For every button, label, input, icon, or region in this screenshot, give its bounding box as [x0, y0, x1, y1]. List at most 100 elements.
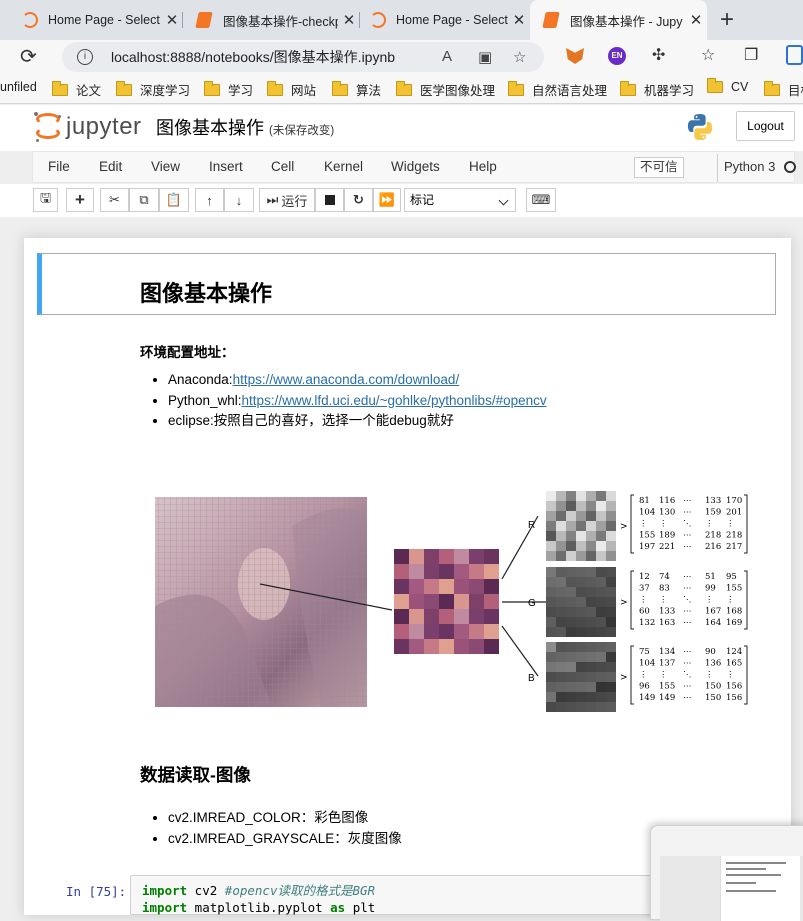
- matrix-cell: ⋯: [683, 542, 692, 552]
- extensions-icon[interactable]: ✣: [652, 45, 665, 65]
- menu-cell[interactable]: Cell: [271, 159, 294, 174]
- bookmark-item[interactable]: unfiled: [0, 80, 37, 94]
- close-icon[interactable]: ✕: [508, 11, 530, 29]
- save-button[interactable]: 🖫: [33, 188, 58, 212]
- matrix-cell: 217: [726, 542, 742, 552]
- matrix-cell: 74: [659, 572, 670, 582]
- bookmark-folder[interactable]: 机器学习: [620, 80, 694, 99]
- translate-extension-icon[interactable]: EN: [608, 47, 626, 65]
- read-aloud-icon[interactable]: A: [442, 48, 452, 65]
- favorites-icon[interactable]: ☆: [701, 45, 715, 65]
- trusted-indicator[interactable]: 不可信: [634, 157, 684, 178]
- browser-tab-active[interactable]: 图像基本操作 - Jupy ✕: [530, 0, 707, 40]
- save-icon: 🖫: [39, 190, 52, 205]
- menu-view[interactable]: View: [151, 159, 180, 174]
- floating-preview-window[interactable]: [650, 825, 803, 921]
- menu-help[interactable]: Help: [469, 159, 497, 174]
- matrix-cell: ⋯: [683, 607, 692, 617]
- reload-icon[interactable]: ⟳: [20, 46, 42, 68]
- python-whl-link[interactable]: https://www.lfd.uci.edu/~gohlke/pythonli…: [242, 393, 547, 408]
- anaconda-link[interactable]: https://www.anaconda.com/download/: [233, 372, 460, 387]
- move-up-button[interactable]: ↑: [195, 188, 224, 212]
- menu-widgets[interactable]: Widgets: [391, 159, 440, 174]
- copy-button[interactable]: ⧉: [129, 188, 159, 212]
- notebook-title[interactable]: 图像基本操作 (未保存改变): [156, 114, 334, 140]
- close-icon[interactable]: ✕: [685, 11, 707, 29]
- matrix-cell: ⋯: [683, 682, 692, 692]
- close-icon[interactable]: ✕: [161, 11, 183, 29]
- interrupt-button[interactable]: [315, 188, 344, 212]
- matrix-cell: ⋯: [683, 572, 692, 582]
- menu-kernel[interactable]: Kernel: [324, 159, 363, 174]
- browser-tab-2[interactable]: 图像基本操作-checkp ✕: [183, 0, 360, 40]
- matrix-cell: 99: [705, 584, 716, 594]
- bookmark-folder[interactable]: 论文: [52, 80, 101, 99]
- folder-icon: [764, 80, 780, 96]
- notebook-toolbar: 🖫 + ✂ ⧉ 📋 ↑ ↓ ⏭ 运行 ↻ ⏩ 标记 ⌨: [0, 184, 803, 217]
- bookmarks-bar: unfiled 论文 深度学习 学习 网站 算法 医学图像处理 自然语言处理 机…: [0, 74, 803, 104]
- bookmark-folder[interactable]: CV: [707, 78, 748, 94]
- notebook-heading: 图像基本操作: [140, 281, 273, 306]
- svg-text:>: >: [620, 598, 628, 608]
- logout-button[interactable]: Logout: [736, 111, 795, 141]
- list-item: Python_whl:https://www.lfd.uci.edu/~gohl…: [168, 391, 547, 412]
- env-list: Anaconda:https://www.anaconda.com/downlo…: [150, 370, 547, 432]
- profile-icon[interactable]: [786, 45, 803, 65]
- plus-icon: +: [75, 190, 85, 209]
- matrix-cell: 12: [639, 572, 650, 582]
- bookmark-folder[interactable]: 医学图像处理: [396, 80, 495, 99]
- app-available-icon[interactable]: ▣: [478, 48, 492, 66]
- menu-insert[interactable]: Insert: [209, 159, 243, 174]
- url-text[interactable]: localhost:8888/notebooks/图像基本操作.ipynb: [111, 47, 395, 67]
- matrix-cell: ⋮: [659, 670, 668, 680]
- section-heading: 数据读取-图像: [140, 765, 251, 785]
- bookmark-folder[interactable]: 目标: [764, 80, 803, 99]
- url-box[interactable]: i localhost:8888/notebooks/图像基本操作.ipynb …: [62, 42, 544, 72]
- matrix-cell: 75: [639, 647, 650, 657]
- matrix-cell: 189: [659, 531, 675, 541]
- close-icon[interactable]: ✕: [338, 11, 360, 29]
- folder-icon: [52, 80, 68, 96]
- cell-type-select[interactable]: 标记: [404, 188, 516, 212]
- matrix-cell: ⋯: [683, 584, 692, 594]
- bookmark-folder[interactable]: 学习: [204, 80, 253, 99]
- browser-tab-1[interactable]: Home Page - Select ✕: [0, 0, 183, 40]
- new-tab-button[interactable]: +: [707, 0, 747, 40]
- kernel-name[interactable]: Python 3: [717, 154, 775, 182]
- jupyter-brand[interactable]: jupyter: [66, 113, 142, 141]
- move-down-button[interactable]: ↓: [224, 188, 254, 212]
- preview-thumbnail: [720, 856, 800, 921]
- bookmark-folder[interactable]: 深度学习: [116, 80, 190, 99]
- bookmark-folder[interactable]: 网站: [267, 80, 316, 99]
- svg-text:>: >: [620, 522, 628, 532]
- matrix-cell: ⋯: [683, 496, 692, 506]
- bookmark-folder[interactable]: 自然语言处理: [508, 80, 607, 99]
- menu-edit[interactable]: Edit: [99, 159, 122, 174]
- matrix-cell: 163: [659, 618, 675, 628]
- info-icon[interactable]: i: [77, 49, 93, 65]
- menu-file[interactable]: File: [48, 159, 70, 174]
- collections-icon[interactable]: ❐: [744, 45, 758, 65]
- matrix-cell: 124: [726, 647, 742, 657]
- jupyter-icon: [22, 12, 38, 28]
- read-flags-list: cv2.IMREAD_COLOR：彩色图像 cv2.IMREAD_GRAYSCA…: [150, 808, 402, 849]
- add-favorite-icon[interactable]: ☆: [513, 48, 526, 66]
- metamask-fox-icon[interactable]: [566, 48, 584, 64]
- jupyter-header: jupyter 图像基本操作 (未保存改变) Logout: [0, 105, 803, 151]
- paste-button[interactable]: 📋: [159, 188, 189, 212]
- bookmark-folder[interactable]: 算法: [332, 80, 381, 99]
- matrix-cell: 164: [705, 618, 721, 628]
- insert-cell-button[interactable]: +: [66, 188, 94, 212]
- run-button[interactable]: ⏭ 运行: [259, 188, 315, 212]
- matrix-cell: 156: [726, 682, 742, 692]
- restart-button[interactable]: ↻: [344, 188, 373, 212]
- restart-run-all-button[interactable]: ⏩: [373, 188, 401, 212]
- channel-B: B >75 134 ⋯ 90 124104 137 ⋯ 136 165⋮ ⋮ ⋱ ⋮ ⋮96 155 ⋯ 150…: [501, 625, 748, 712]
- folder-icon: [707, 78, 723, 93]
- matrix-cell: 83: [659, 584, 670, 594]
- command-palette-button[interactable]: ⌨: [526, 188, 556, 212]
- code-editor[interactable]: import cv2 #opencv读取的格式是BGR import matpl…: [142, 882, 375, 916]
- jupyter-logo-icon[interactable]: [34, 112, 61, 142]
- cut-button[interactable]: ✂: [100, 188, 129, 212]
- browser-tab-3[interactable]: Home Page - Select ✕: [360, 0, 530, 40]
